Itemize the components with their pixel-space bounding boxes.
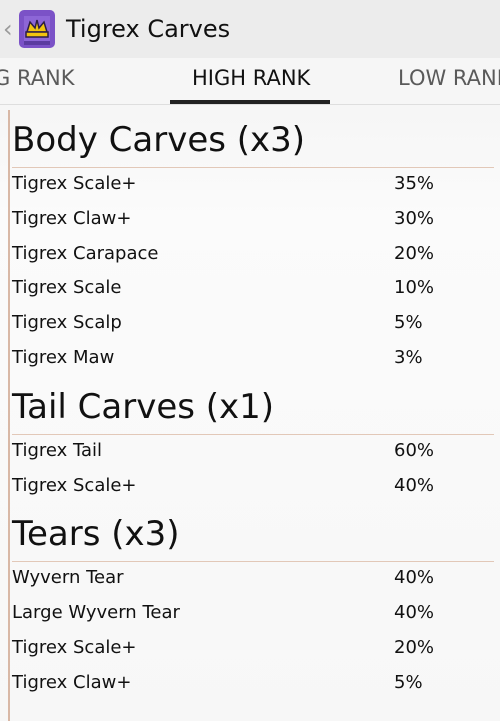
list-item[interactable]: Tigrex Scale 10% [12, 272, 494, 307]
list-item[interactable]: Tigrex Scale+ 35% [12, 168, 494, 203]
active-tab-indicator [170, 100, 330, 104]
list-item[interactable]: Tigrex Tail 60% [12, 435, 494, 470]
item-percentage: 60% [394, 439, 435, 461]
page-title: Tigrex Carves [66, 15, 231, 43]
list-item[interactable]: Tigrex Claw+ 30% [12, 203, 494, 238]
list-item[interactable]: Tigrex Maw 3% [12, 342, 494, 377]
item-percentage: 40% [394, 474, 435, 496]
chevron-left-icon[interactable]: ‹ [3, 17, 17, 41]
item-name: Tigrex Claw+ [12, 671, 132, 693]
section-title: Tail Carves (x1) [12, 386, 275, 427]
list-item[interactable]: Tigrex Scalp 5% [12, 307, 494, 342]
item-name: Tigrex Scale+ [12, 474, 137, 496]
app-window: ‹ Tigrex Carves G RANK HIGH RANK LOW RAN… [0, 0, 500, 721]
item-percentage: 40% [394, 567, 435, 589]
item-percentage: 3% [394, 346, 423, 368]
list-item[interactable]: Tigrex Carapace 20% [12, 238, 494, 273]
list-item[interactable]: Wyvern Tear 40% [12, 562, 494, 597]
carves-list[interactable]: Body Carves (x3) Tigrex Scale+ 35% Tigrex… [0, 110, 500, 721]
item-percentage: 5% [394, 312, 423, 334]
rank-tabs: G RANK HIGH RANK LOW RANK [0, 58, 500, 105]
item-name: Tigrex Claw+ [12, 207, 132, 229]
tab-high-rank[interactable]: HIGH RANK [192, 66, 310, 90]
item-percentage: 5% [394, 671, 423, 693]
action-bar: ‹ Tigrex Carves [0, 0, 500, 58]
section-header-body-carves: Body Carves (x3) [12, 110, 494, 168]
item-name: Tigrex Maw [12, 346, 115, 368]
item-name: Tigrex Scale+ [12, 636, 137, 658]
item-name: Tigrex Carapace [12, 242, 159, 264]
item-name: Tigrex Scale [12, 277, 122, 299]
item-percentage: 35% [394, 173, 435, 194]
section-title: Body Carves (x3) [12, 120, 306, 160]
item-name: Wyvern Tear [12, 567, 124, 589]
item-name: Tigrex Tail [12, 439, 103, 461]
item-percentage: 20% [394, 636, 435, 658]
item-percentage: 30% [394, 207, 435, 229]
item-percentage: 20% [394, 242, 435, 264]
section-title: Tears (x3) [12, 514, 180, 555]
section-header-tears: Tears (x3) [12, 504, 494, 563]
item-percentage: 40% [394, 602, 435, 624]
item-name: Tigrex Scalp [12, 312, 122, 334]
crown-book-icon[interactable] [17, 8, 57, 50]
section-left-divider [8, 110, 10, 721]
tab-g-rank[interactable]: G RANK [0, 66, 75, 90]
tab-low-rank[interactable]: LOW RANK [398, 66, 500, 90]
list-item[interactable]: Tigrex Scale+ 20% [12, 632, 494, 667]
list-item[interactable]: Large Wyvern Tear 40% [12, 597, 494, 632]
list-item[interactable]: Tigrex Scale+ 40% [12, 470, 494, 505]
item-name: Large Wyvern Tear [12, 602, 180, 624]
list-item[interactable]: Tigrex Claw+ 5% [12, 667, 494, 702]
section-header-tail-carves: Tail Carves (x1) [12, 377, 494, 435]
item-percentage: 10% [394, 277, 435, 299]
item-name: Tigrex Scale+ [12, 173, 137, 194]
